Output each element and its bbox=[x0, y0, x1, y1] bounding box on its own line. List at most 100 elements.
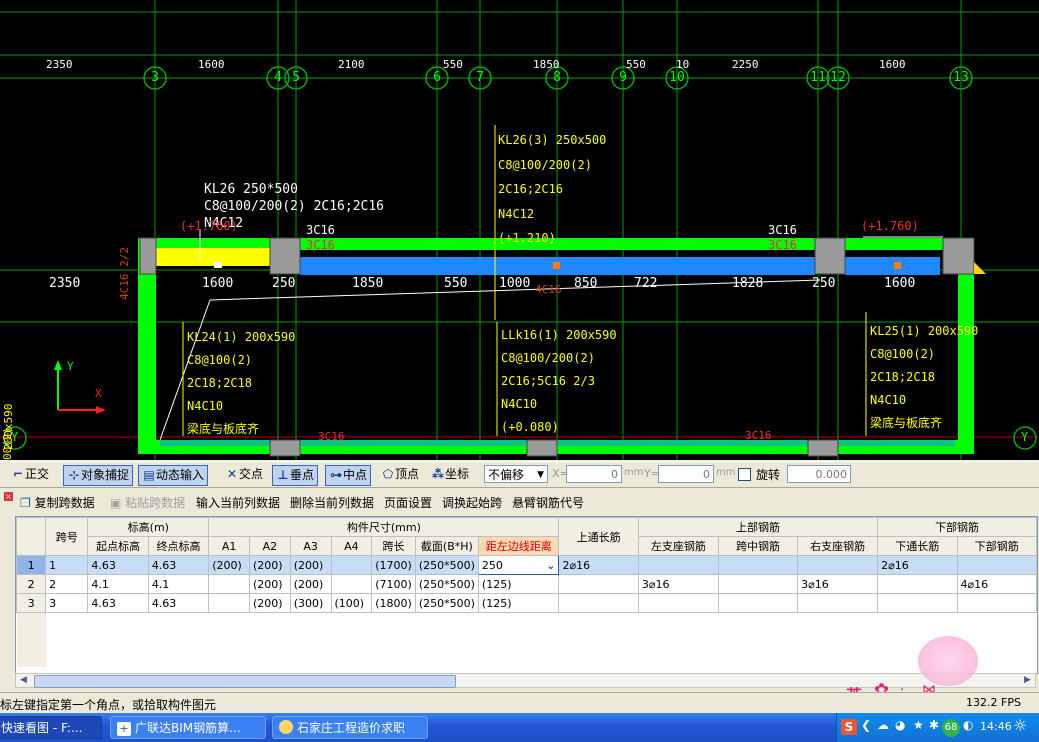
cell-left[interactable]: (125) bbox=[477, 574, 560, 594]
back-icon[interactable]: ❮ bbox=[861, 718, 871, 732]
row-number[interactable]: 2 bbox=[16, 574, 47, 594]
cell-rs[interactable] bbox=[797, 593, 879, 613]
ortho-toggle[interactable]: ⌐ 正交 bbox=[8, 465, 52, 484]
offset-select[interactable]: 不偏移 ▼ bbox=[484, 465, 548, 483]
page-setup-button[interactable]: 页面设置 bbox=[384, 494, 432, 511]
copy-span-button[interactable]: ❐ 复制跨数据 bbox=[20, 494, 95, 511]
header-a3: A3 bbox=[289, 536, 332, 556]
row-number[interactable]: 3 bbox=[16, 593, 47, 613]
drawing-canvas[interactable]: 2350 1600 2100 550 1850 550 10 2250 1600 3456789… bbox=[0, 0, 1039, 460]
scroll-right-icon[interactable]: ▶ bbox=[1020, 674, 1035, 687]
delete-current-col-button[interactable]: 删除当前列数据 bbox=[290, 494, 374, 511]
cell-len[interactable]: (1700) bbox=[371, 555, 416, 575]
cell-a4[interactable]: (100) bbox=[330, 593, 373, 613]
x-input[interactable]: 0 bbox=[566, 465, 622, 483]
cell-len[interactable]: (7100) bbox=[371, 574, 416, 594]
cell-span[interactable]: 2 bbox=[45, 574, 89, 594]
cell-bt[interactable] bbox=[877, 593, 958, 613]
tray-badge[interactable]: 68 bbox=[942, 719, 960, 737]
rotate-checkbox[interactable] bbox=[738, 468, 751, 481]
y-input[interactable]: 0 bbox=[658, 465, 714, 483]
cell-a1[interactable]: (200) bbox=[208, 555, 251, 575]
cell-a1[interactable] bbox=[208, 574, 251, 594]
cell-a3[interactable]: (200) bbox=[289, 555, 332, 575]
cell-left[interactable]: 250 ⌄ bbox=[477, 555, 560, 575]
object-snap-toggle[interactable]: ⊹ 对象捕捉 bbox=[63, 465, 134, 486]
speaker-icon[interactable]: ◐ bbox=[963, 718, 973, 732]
kl25-stirrup: C8@100(2) bbox=[870, 347, 936, 361]
cell-bb[interactable] bbox=[956, 593, 1037, 613]
perpendicular-snap[interactable]: ⊥ 垂点 bbox=[272, 465, 319, 486]
cell-ls[interactable] bbox=[637, 555, 719, 575]
cell-end[interactable]: 4.1 bbox=[147, 574, 210, 594]
qq-icon[interactable]: ◕ bbox=[895, 718, 905, 732]
cell-start[interactable]: 4.63 bbox=[87, 555, 149, 575]
cell-sec[interactable]: (250*500) bbox=[414, 593, 479, 613]
cell-ls[interactable] bbox=[637, 593, 719, 613]
cell-a2[interactable]: (200) bbox=[249, 593, 291, 613]
coordinate-label: 坐标 bbox=[445, 467, 470, 481]
task-quick-view[interactable]: 快速看图 - F:... bbox=[0, 716, 102, 739]
cell-rs[interactable] bbox=[797, 555, 879, 575]
input-current-col-button[interactable]: 输入当前列数据 bbox=[196, 494, 280, 511]
scroll-left-icon[interactable]: ◀ bbox=[16, 674, 31, 687]
cell-span[interactable]: 1 bbox=[45, 555, 89, 575]
cell-a3[interactable]: (200) bbox=[289, 574, 332, 594]
empty-row bbox=[16, 631, 1037, 649]
cell-mid[interactable] bbox=[717, 555, 799, 575]
cell-top[interactable] bbox=[558, 593, 639, 613]
chat-icon[interactable]: ☁ bbox=[877, 718, 889, 732]
cell-a3[interactable]: (300) bbox=[289, 593, 332, 613]
scroll-thumb[interactable] bbox=[34, 675, 456, 688]
sogou-icon[interactable]: S bbox=[841, 719, 857, 735]
cell-left[interactable]: (125) bbox=[477, 593, 560, 613]
cell-bt[interactable]: 2⌀16 bbox=[877, 555, 958, 575]
empty-cell bbox=[559, 649, 638, 667]
cell-bb[interactable] bbox=[956, 555, 1037, 575]
chevron-down-icon[interactable]: ⌄ bbox=[546, 559, 555, 572]
coordinate-snap[interactable]: ⁂坐标 bbox=[428, 465, 472, 484]
cantilever-code-button[interactable]: 悬臂钢筋代号 bbox=[512, 494, 584, 511]
cell-bb[interactable]: 4⌀16 bbox=[956, 574, 1037, 594]
cell-len[interactable]: (1800) bbox=[371, 593, 416, 613]
vertex-snap[interactable]: ⬠ 顶点 bbox=[378, 465, 422, 484]
empty-cell bbox=[478, 631, 559, 649]
table-row[interactable]: 2 2 4.1 4.1 (200) (200) (7100) (250*500) (125) 3⌀… bbox=[16, 574, 1037, 594]
cell-bt[interactable] bbox=[877, 574, 958, 594]
cell-sec[interactable]: (250*500) bbox=[414, 574, 479, 594]
cell-start[interactable]: 4.63 bbox=[87, 593, 149, 613]
cell-ls[interactable]: 3⌀16 bbox=[637, 574, 719, 594]
status-hint: 鼠标左键指定第一个角点，或拾取构件图元 bbox=[0, 698, 217, 712]
cell-a4[interactable] bbox=[330, 555, 373, 575]
cell-a2[interactable]: (200) bbox=[249, 555, 291, 575]
cell-a4[interactable] bbox=[330, 574, 373, 594]
rotate-input[interactable]: 0.000 bbox=[787, 465, 851, 483]
cell-end[interactable]: 4.63 bbox=[147, 593, 210, 613]
task-glodon[interactable]: + 广联达BIM钢筋算... bbox=[110, 716, 266, 739]
task2-label: 广联达BIM钢筋算... bbox=[135, 721, 241, 735]
midpoint-snap[interactable]: ⊶中点 bbox=[325, 465, 372, 486]
intersection-snap[interactable]: ✕ 交点 bbox=[222, 465, 266, 484]
paste-span-button[interactable]: ▣ 粘贴跨数据 bbox=[110, 494, 185, 511]
swap-start-span-button[interactable]: 调换起始跨 bbox=[442, 494, 502, 511]
dynamic-input-toggle[interactable]: ▤动态输入 bbox=[138, 465, 209, 486]
settings-icon[interactable]: ✱ bbox=[929, 718, 939, 732]
cell-rs[interactable]: 3⌀16 bbox=[797, 574, 879, 594]
cell-start[interactable]: 4.1 bbox=[87, 574, 149, 594]
row-number[interactable]: 1 bbox=[16, 555, 47, 575]
cell-end[interactable]: 4.63 bbox=[147, 555, 210, 575]
star-icon[interactable]: ★ bbox=[913, 718, 924, 732]
edit-value[interactable]: 250 bbox=[482, 559, 503, 572]
cell-span[interactable]: 3 bbox=[45, 593, 89, 613]
cell-mid[interactable] bbox=[717, 593, 799, 613]
cell-top[interactable]: 2⌀16 bbox=[558, 555, 639, 575]
table-row[interactable]: 3 3 4.63 4.63 (200) (300) (100) (1800) (250*500)… bbox=[16, 593, 1037, 613]
task-browser[interactable]: 石家庄工程造价求职 bbox=[272, 716, 428, 739]
cell-a2[interactable]: (200) bbox=[249, 574, 291, 594]
cell-top[interactable] bbox=[558, 574, 639, 594]
table-row[interactable]: 1 1 4.63 4.63 (200) (200) (200) (1700) (250*500)… bbox=[16, 555, 1037, 575]
close-icon[interactable]: × bbox=[4, 492, 13, 501]
cell-a1[interactable] bbox=[208, 593, 251, 613]
cell-sec[interactable]: (250*500) bbox=[414, 555, 479, 575]
cell-mid[interactable] bbox=[717, 574, 799, 594]
